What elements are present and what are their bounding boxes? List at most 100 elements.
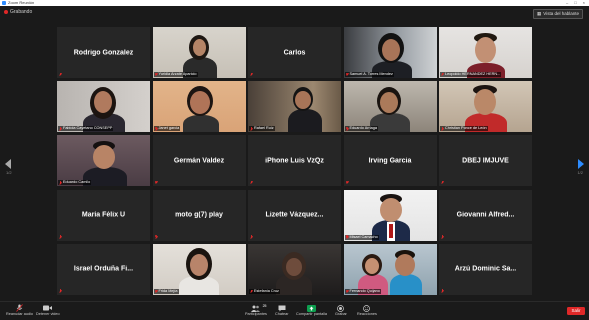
record-label: Grabar <box>335 312 347 316</box>
muted-mic-icon <box>346 289 349 294</box>
participant-name: Israel Orduña Fi... <box>73 265 134 273</box>
record-icon <box>336 304 345 312</box>
muted-mic-icon <box>346 180 349 185</box>
participant-tile[interactable]: Fernando Quijano <box>343 243 437 295</box>
participant-name: moto g(7) play <box>175 211 223 219</box>
participant-tile[interactable]: Christian Ponce de León <box>439 81 532 133</box>
chevron-left-icon <box>5 159 11 169</box>
participant-tile[interactable]: Irving Garcia <box>343 135 437 187</box>
muted-mic-icon <box>155 289 158 294</box>
zoom-icon <box>2 1 6 5</box>
participant-video <box>152 243 246 295</box>
participant-tile[interactable]: iPhone Luis VzQz <box>248 135 341 187</box>
muted-mic-icon <box>441 72 444 77</box>
muted-mic-icon <box>59 181 62 185</box>
participant-tile[interactable]: Leopoldo HERNANDEZ HERN... <box>439 27 532 78</box>
participant-label-text: Misael Camacho <box>349 234 378 239</box>
unmute-button[interactable]: Reanudar audio <box>6 304 33 316</box>
muted-mic-icon <box>59 289 62 293</box>
share-screen-button[interactable]: Compartir pantalla <box>296 304 327 316</box>
participant-name: Germán Valdez <box>173 157 225 165</box>
muted-mic-icon <box>15 304 24 312</box>
muted-mic-icon <box>59 235 62 239</box>
participant-name: Rodrigo Gonzalez <box>73 49 134 56</box>
participant-tile[interactable]: Germán Valdez <box>152 135 246 187</box>
video-button[interactable]: Detener video <box>36 304 60 316</box>
reactions-label: Reacciones <box>357 312 377 316</box>
participant-label-text: Rafael Ruiz <box>254 126 274 131</box>
video-camera-icon <box>43 304 53 312</box>
participant-tile[interactable]: Rodrigo Gonzalez <box>57 27 150 78</box>
participant-tile[interactable]: Samuel A. Torres Mendez <box>343 27 437 78</box>
muted-mic-icon <box>250 235 253 239</box>
smiley-icon <box>362 304 371 312</box>
participant-tile[interactable]: Estefania Cruz <box>248 243 341 295</box>
muted-mic-icon <box>250 72 253 77</box>
participant-label: Fabiola Cayetano CONSEPP <box>58 126 114 132</box>
participant-video <box>343 189 437 241</box>
participant-tile[interactable]: Giovanni Alfred... <box>439 189 532 241</box>
participant-tile[interactable]: DBEJ IMJUVE <box>439 135 532 187</box>
participant-label-text: Fabiola Cayetano CONSEPP <box>63 126 113 131</box>
participant-tile-active-speaker[interactable]: Janet garcia <box>152 81 246 133</box>
participant-name: iPhone Luis VzQz <box>265 157 324 165</box>
participant-tile[interactable]: Yuridia Arzate Aparicio <box>152 27 246 78</box>
participant-tile[interactable]: Frida Mejía <box>152 243 246 295</box>
grid-icon: ▦ <box>537 11 542 16</box>
muted-mic-icon <box>250 289 253 294</box>
participant-label-text: Estefania Cruz <box>254 288 279 293</box>
previous-page-button[interactable] <box>5 156 11 169</box>
muted-mic-icon <box>346 126 349 131</box>
record-button[interactable]: Grabar <box>335 304 347 316</box>
chat-button[interactable]: Chatear <box>275 304 289 316</box>
participant-label-text: Eduardo Camilo <box>63 180 91 185</box>
participant-video <box>152 81 246 133</box>
video-label: Detener video <box>36 312 60 316</box>
participant-label-text: Eduardo Arriaga <box>349 126 377 131</box>
page-indicator-left: 1/2 <box>6 170 12 175</box>
muted-mic-icon <box>155 235 158 239</box>
participant-tile[interactable]: Fabiola Cayetano CONSEPP <box>57 81 150 133</box>
participant-tile[interactable]: Misael Camacho <box>343 189 437 241</box>
meeting-toolbar: Reanudar audio Detener video 25 Particip… <box>0 301 589 320</box>
participant-tile[interactable]: moto g(7) play <box>152 189 246 241</box>
participants-button[interactable]: 25 Participantes <box>245 304 267 316</box>
participants-count: 25 <box>262 304 267 308</box>
recording-indicator: Grabando <box>4 9 32 15</box>
participant-tile[interactable]: Eduardo Camilo <box>57 135 150 187</box>
participant-label-text: Christian Ponce de León <box>445 126 487 131</box>
participant-label: Leopoldo HERNANDEZ HERN... <box>440 72 502 77</box>
participant-label-text: Janet garcia <box>158 126 180 131</box>
participant-label: Samuel A. Torres Mendez <box>344 72 394 77</box>
participant-name: Giovanni Alfred... <box>456 211 515 219</box>
participants-label: Participantes <box>245 312 267 316</box>
participant-video <box>439 81 532 133</box>
participant-name: María Félix U <box>81 211 126 219</box>
participant-name: Arzú Dominic Sa... <box>454 265 517 273</box>
recording-dot-icon <box>4 10 8 14</box>
participant-tile[interactable]: Arzú Dominic Sa... <box>439 243 532 295</box>
participant-tile[interactable]: María Félix U <box>57 189 150 241</box>
participant-tile[interactable]: Israel Orduña Fi... <box>57 243 150 295</box>
participant-tile[interactable]: Rafael Ruiz <box>248 81 341 133</box>
participants-icon: 25 <box>251 304 266 312</box>
participant-label: Eduardo Camilo <box>58 180 92 186</box>
participant-name: Lizette Vázquez... <box>265 211 324 219</box>
speaker-view-button[interactable]: ▦ Vista del hablante <box>533 9 583 19</box>
participant-tile[interactable]: Carlos <box>248 27 341 78</box>
next-page-button[interactable] <box>578 156 584 169</box>
reactions-button[interactable]: Reacciones <box>357 304 377 316</box>
muted-mic-icon <box>250 126 253 131</box>
muted-mic-icon <box>155 126 158 131</box>
muted-mic-icon <box>59 126 62 131</box>
muted-mic-icon <box>441 289 444 293</box>
page-indicator-right: 1/2 <box>577 170 583 175</box>
muted-mic-icon <box>155 72 158 77</box>
chat-label: Chatear <box>275 312 289 316</box>
leave-button[interactable]: Salir <box>567 307 585 315</box>
participant-tile[interactable]: Lizette Vázquez... <box>248 189 341 241</box>
participant-label-text: Samuel A. Torres Mendez <box>349 72 393 76</box>
participant-video <box>152 27 246 78</box>
speaker-view-label: Vista del hablante <box>543 11 579 16</box>
participant-tile[interactable]: Eduardo Arriaga <box>343 81 437 133</box>
